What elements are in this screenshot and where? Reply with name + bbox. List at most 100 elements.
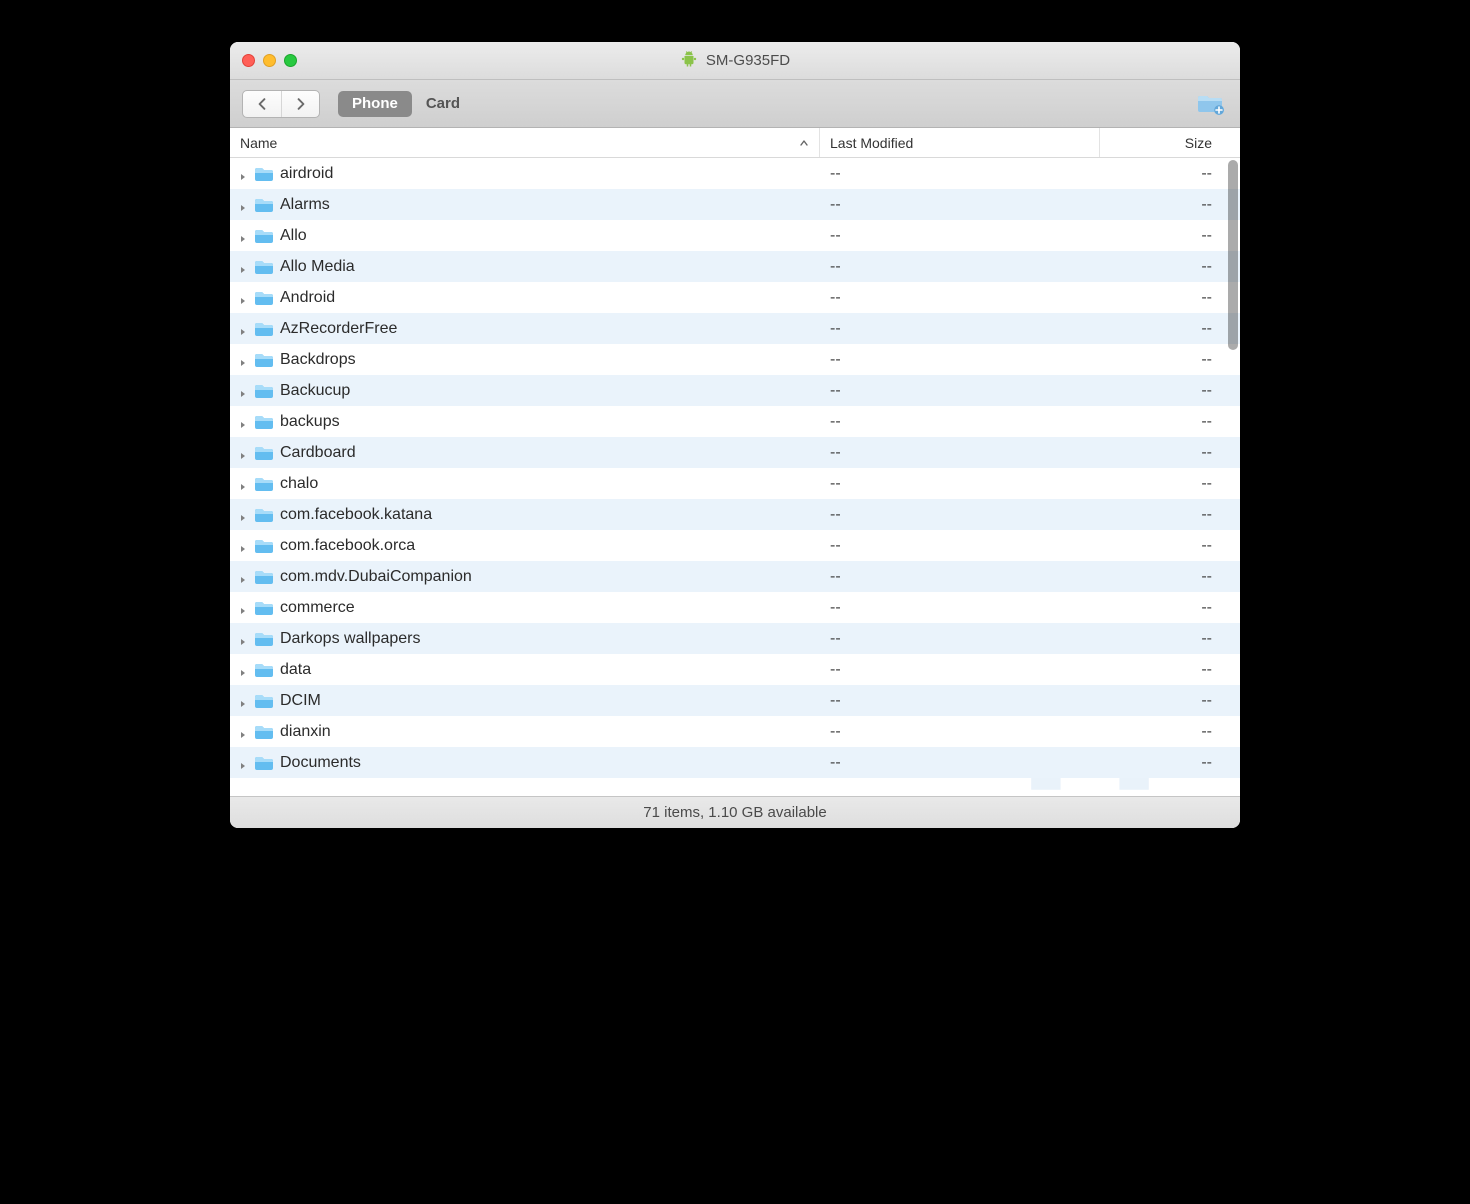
status-bar: 71 items, 1.10 GB available [230,796,1240,828]
file-modified: -- [820,692,1100,710]
table-row[interactable]: Allo Media---- [230,251,1240,282]
disclosure-triangle-icon[interactable] [238,327,248,337]
table-row[interactable]: data---- [230,654,1240,685]
forward-button[interactable] [281,91,319,117]
file-modified: -- [820,289,1100,307]
file-modified: -- [820,723,1100,741]
scrollbar-thumb[interactable] [1228,160,1238,350]
close-button[interactable] [242,54,255,67]
file-size: -- [1100,382,1240,400]
disclosure-triangle-icon[interactable] [238,203,248,213]
header-name[interactable]: Name [230,128,820,157]
tab-card[interactable]: Card [412,91,474,117]
folder-icon [254,259,274,275]
table-row[interactable]: backups---- [230,406,1240,437]
window-title-group: SM-G935FD [230,50,1240,72]
back-button[interactable] [243,91,281,117]
folder-icon [254,600,274,616]
file-modified: -- [820,661,1100,679]
table-row[interactable]: airdroid---- [230,158,1240,189]
disclosure-triangle-icon[interactable] [238,172,248,182]
file-modified: -- [820,475,1100,493]
disclosure-triangle-icon[interactable] [238,296,248,306]
disclosure-triangle-icon[interactable] [238,234,248,244]
file-modified: -- [820,320,1100,338]
folder-icon [254,352,274,368]
file-name: Cardboard [280,444,356,462]
file-name: chalo [280,475,318,493]
file-name: Alarms [280,196,330,214]
table-row[interactable]: Backucup---- [230,375,1240,406]
new-folder-button[interactable] [1194,90,1228,118]
table-row[interactable]: AzRecorderFree---- [230,313,1240,344]
file-modified: -- [820,599,1100,617]
table-row[interactable]: Alarms---- [230,189,1240,220]
disclosure-triangle-icon[interactable] [238,668,248,678]
table-row[interactable]: com.facebook.orca ---- [230,530,1240,561]
folder-icon [254,693,274,709]
table-row[interactable]: Cardboard---- [230,437,1240,468]
file-name: DCIM [280,692,321,710]
file-size: -- [1100,475,1240,493]
folder-icon [254,166,274,182]
disclosure-triangle-icon[interactable] [238,265,248,275]
file-size: -- [1100,537,1240,555]
file-size: -- [1100,289,1240,307]
table-row[interactable]: dianxin---- [230,716,1240,747]
disclosure-triangle-icon[interactable] [238,451,248,461]
table-row[interactable]: com.mdv.DubaiCompanion---- [230,561,1240,592]
header-name-label: Name [240,135,277,151]
file-modified: -- [820,568,1100,586]
file-size: -- [1100,258,1240,276]
file-list[interactable]: airdroid----Alarms----Allo----Allo Media… [230,158,1240,796]
file-size: -- [1100,661,1240,679]
file-name: Darkops wallpapers [280,630,421,648]
table-row[interactable]: chalo ---- [230,468,1240,499]
header-size[interactable]: Size [1100,128,1240,157]
disclosure-triangle-icon[interactable] [238,420,248,430]
disclosure-triangle-icon[interactable] [238,358,248,368]
folder-icon [254,507,274,523]
file-size: -- [1100,568,1240,586]
minimize-button[interactable] [263,54,276,67]
file-size: -- [1100,413,1240,431]
table-row[interactable]: Documents---- [230,747,1240,778]
file-modified: -- [820,506,1100,524]
disclosure-triangle-icon[interactable] [238,389,248,399]
zoom-button[interactable] [284,54,297,67]
disclosure-triangle-icon[interactable] [238,761,248,771]
file-size: -- [1100,227,1240,245]
column-headers: Name Last Modified Size [230,128,1240,158]
file-name: com.facebook.orca [280,537,415,555]
file-transfer-window: SM-G935FD Phone Card [230,42,1240,828]
disclosure-triangle-icon[interactable] [238,606,248,616]
table-row[interactable]: Allo---- [230,220,1240,251]
header-modified[interactable]: Last Modified [820,128,1100,157]
table-row[interactable]: Backdrops---- [230,344,1240,375]
file-modified: -- [820,165,1100,183]
disclosure-triangle-icon[interactable] [238,699,248,709]
table-row[interactable]: DCIM---- [230,685,1240,716]
file-size: -- [1100,723,1240,741]
folder-icon [254,445,274,461]
file-name: com.facebook.katana [280,506,432,524]
file-name: Android [280,289,335,307]
file-modified: -- [820,537,1100,555]
file-name: Documents [280,754,361,772]
tab-phone[interactable]: Phone [338,91,412,117]
file-name: commerce [280,599,355,617]
disclosure-triangle-icon[interactable] [238,544,248,554]
table-row[interactable]: commerce---- [230,592,1240,623]
disclosure-triangle-icon[interactable] [238,730,248,740]
table-row[interactable]: Android ---- [230,282,1240,313]
titlebar[interactable]: SM-G935FD [230,42,1240,80]
folder-icon [254,290,274,306]
disclosure-triangle-icon[interactable] [238,482,248,492]
disclosure-triangle-icon[interactable] [238,575,248,585]
file-modified: -- [820,630,1100,648]
table-row[interactable]: Darkops wallpapers---- [230,623,1240,654]
disclosure-triangle-icon[interactable] [238,513,248,523]
disclosure-triangle-icon[interactable] [238,637,248,647]
folder-icon [254,414,274,430]
table-row[interactable]: com.facebook.katana---- [230,499,1240,530]
